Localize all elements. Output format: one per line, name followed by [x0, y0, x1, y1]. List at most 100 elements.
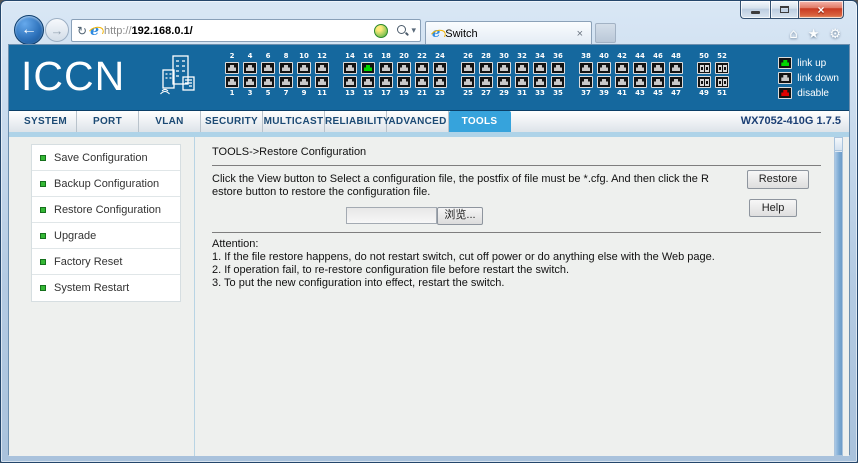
port-18-icon[interactable] — [379, 62, 393, 74]
back-button[interactable]: ← — [14, 15, 44, 45]
port-7-icon[interactable] — [279, 76, 293, 88]
tab-close-icon[interactable]: × — [575, 28, 585, 40]
port-14-icon[interactable] — [343, 62, 357, 74]
port-5-icon[interactable] — [261, 76, 275, 88]
port-number: 2 — [229, 52, 235, 60]
port-35-icon[interactable] — [551, 76, 565, 88]
port-3-icon[interactable] — [243, 76, 257, 88]
port-22-icon[interactable] — [415, 62, 429, 74]
port-23-icon[interactable] — [433, 76, 447, 88]
port-8-icon[interactable] — [279, 62, 293, 74]
port-50-icon[interactable] — [697, 62, 711, 74]
port-4-icon[interactable] — [243, 62, 257, 74]
port-27-icon[interactable] — [479, 76, 493, 88]
port-2-icon[interactable] — [225, 62, 239, 74]
port-36-icon[interactable] — [551, 62, 565, 74]
port-42-icon[interactable] — [615, 62, 629, 74]
port-41-icon[interactable] — [615, 76, 629, 88]
port-46-icon[interactable] — [651, 62, 665, 74]
port-9-icon[interactable] — [297, 76, 311, 88]
vertical-scrollbar[interactable] — [834, 137, 843, 456]
favorites-star-icon[interactable]: ★ — [808, 27, 820, 42]
port-20-icon[interactable] — [397, 62, 411, 74]
sidebar-item-backup-configuration[interactable]: Backup Configuration — [32, 171, 180, 197]
tab-port[interactable]: PORT — [77, 111, 139, 132]
sidebar-item-save-configuration[interactable]: Save Configuration — [32, 145, 180, 171]
port-15-icon[interactable] — [361, 76, 375, 88]
tab-reliability[interactable]: RELIABILITY — [325, 111, 390, 132]
port-31-icon[interactable] — [515, 76, 529, 88]
port-17-icon[interactable] — [379, 76, 393, 88]
tab-advanced[interactable]: ADVANCED — [387, 111, 449, 132]
port-44-icon[interactable] — [633, 62, 647, 74]
go-refresh-icon[interactable] — [374, 23, 389, 38]
settings-gear-icon[interactable]: ⚙ — [829, 27, 841, 42]
browser-tab[interactable]: e Switch × — [425, 21, 592, 45]
port-number: 24 — [435, 52, 445, 60]
port-39-icon[interactable] — [597, 76, 611, 88]
tab-security[interactable]: SECURITY — [201, 111, 263, 132]
port-6-icon[interactable] — [261, 62, 275, 74]
maximize-button[interactable] — [770, 1, 798, 19]
sidebar-item-factory-reset[interactable]: Factory Reset — [32, 249, 180, 275]
port-24-icon[interactable] — [433, 62, 447, 74]
refresh-icon[interactable]: ↻ — [77, 24, 87, 38]
file-path-input[interactable] — [346, 207, 437, 224]
search-icon[interactable] — [396, 24, 409, 37]
port-43-icon[interactable] — [633, 76, 647, 88]
sidebar-item-restore-configuration[interactable]: Restore Configuration — [32, 197, 180, 223]
sidebar-item-system-restart[interactable]: System Restart — [32, 275, 180, 301]
port-47-icon[interactable] — [669, 76, 683, 88]
port-34-icon[interactable] — [533, 62, 547, 74]
close-button[interactable]: × — [798, 1, 844, 19]
port-38-icon[interactable] — [579, 62, 593, 74]
port-48-icon[interactable] — [669, 62, 683, 74]
scrollbar-up-arrow[interactable] — [835, 138, 842, 151]
tab-multicast[interactable]: MULTICAST — [263, 111, 325, 132]
port-30-icon[interactable] — [497, 62, 511, 74]
scrollbar-thumb[interactable] — [835, 152, 842, 455]
port-21-icon[interactable] — [415, 76, 429, 88]
restore-button[interactable]: Restore — [747, 170, 809, 189]
port-10-icon[interactable] — [297, 62, 311, 74]
port-49-icon[interactable] — [697, 76, 711, 88]
minimize-icon — [751, 11, 760, 14]
port-legend: link up link down disable — [778, 56, 839, 101]
port-11-icon[interactable] — [315, 76, 329, 88]
port-32-icon[interactable] — [515, 62, 529, 74]
port-29-icon[interactable] — [497, 76, 511, 88]
description-line1: Click the View button to Select a config… — [212, 173, 709, 185]
minimize-button[interactable] — [740, 1, 770, 19]
help-button[interactable]: Help — [749, 199, 797, 217]
port-51-icon[interactable] — [715, 76, 729, 88]
port-1-icon[interactable] — [225, 76, 239, 88]
sidebar-item-label: Restore Configuration — [54, 204, 162, 216]
legend-down-icon — [778, 72, 793, 84]
url-text[interactable]: http://192.168.0.1/ — [104, 25, 374, 37]
forward-button[interactable]: → — [45, 18, 69, 42]
new-tab-button[interactable] — [595, 23, 616, 43]
search-dropdown-icon[interactable]: ▾ — [411, 25, 416, 36]
port-16-icon[interactable] — [361, 62, 375, 74]
port-12-icon[interactable] — [315, 62, 329, 74]
browse-button[interactable]: 浏览... — [437, 207, 483, 225]
port-19-icon[interactable] — [397, 76, 411, 88]
port-40-icon[interactable] — [597, 62, 611, 74]
tab-system[interactable]: SYSTEM — [15, 111, 77, 132]
tab-tools[interactable]: TOOLS — [449, 111, 511, 132]
home-icon[interactable]: ⌂ — [789, 27, 797, 42]
port-45-icon[interactable] — [651, 76, 665, 88]
port-group: 26 28 30 32 34 36 25 27 29 31 33 35 — [461, 52, 565, 98]
port-37-icon[interactable] — [579, 76, 593, 88]
port-26-icon[interactable] — [461, 62, 475, 74]
tab-vlan[interactable]: VLAN — [139, 111, 201, 132]
port-52-icon[interactable] — [715, 62, 729, 74]
port-33-icon[interactable] — [533, 76, 547, 88]
port-number: 1 — [229, 89, 235, 97]
port-number: 29 — [499, 89, 509, 97]
port-13-icon[interactable] — [343, 76, 357, 88]
sidebar-item-upgrade[interactable]: Upgrade — [32, 223, 180, 249]
port-28-icon[interactable] — [479, 62, 493, 74]
port-25-icon[interactable] — [461, 76, 475, 88]
address-bar[interactable]: ↻ e http://192.168.0.1/ ▾ — [71, 19, 421, 42]
